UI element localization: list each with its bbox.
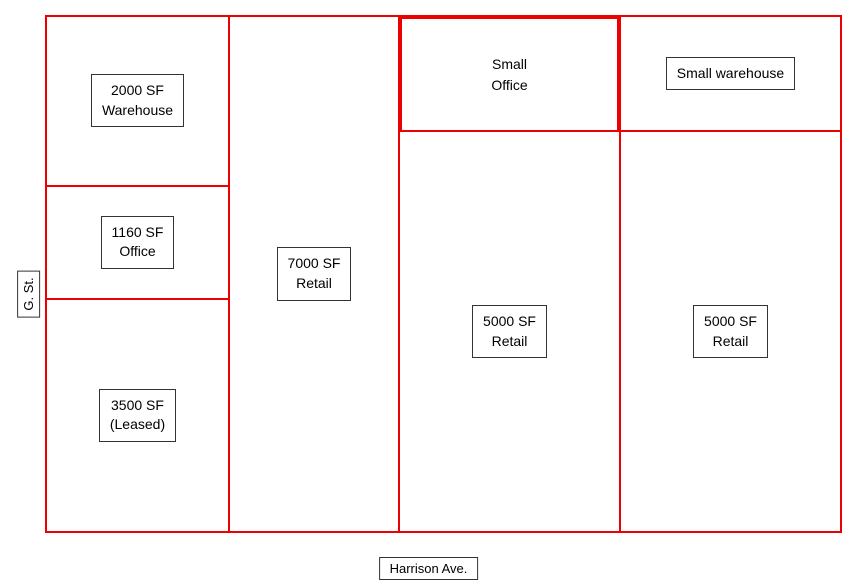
cell-small-warehouse: Small warehouse: [621, 17, 840, 132]
retail-5000-mid-line1: 5000 SF: [483, 312, 536, 332]
col-retail-7000: 7000 SF Retail: [230, 15, 400, 533]
street-label-harrison: Harrison Ave.: [379, 557, 479, 580]
small-office-line2: Office: [491, 75, 527, 96]
floor-plan: 2000 SF Warehouse 1160 SF Office 3500 SF…: [45, 15, 842, 533]
cell-warehouse-2000: 2000 SF Warehouse: [47, 17, 228, 187]
col-mid-right: Small Office 5000 SF Retail: [400, 15, 621, 533]
street-label-g: G. St.: [17, 270, 40, 317]
cell-small-office: Small Office: [400, 17, 619, 132]
label-retail-5000-right: 5000 SF Retail: [693, 305, 768, 358]
col-right-container: Small Office 5000 SF Retail Small wareho…: [400, 15, 842, 533]
label-small-office: Small Office: [491, 54, 527, 96]
leased-3500-line1: 3500 SF: [110, 396, 165, 416]
label-leased-3500: 3500 SF (Leased): [99, 389, 176, 442]
retail-7000-line2: Retail: [288, 274, 341, 294]
label-small-warehouse: Small warehouse: [666, 57, 795, 91]
label-office-1160: 1160 SF Office: [101, 216, 175, 269]
cell-retail-5000-right: 5000 SF Retail: [621, 132, 840, 531]
office-1160-line2: Office: [112, 242, 164, 262]
retail-5000-right-line2: Retail: [704, 332, 757, 352]
office-1160-line1: 1160 SF: [112, 223, 164, 243]
label-retail-5000-mid: 5000 SF Retail: [472, 305, 547, 358]
warehouse-2000-line2: Warehouse: [102, 101, 173, 121]
cell-retail-5000-mid: 5000 SF Retail: [400, 132, 619, 531]
retail-7000-line1: 7000 SF: [288, 254, 341, 274]
cell-office-1160: 1160 SF Office: [47, 187, 228, 300]
small-office-line1: Small: [491, 54, 527, 75]
cell-leased-3500: 3500 SF (Leased): [47, 300, 228, 531]
col-far-right: Small warehouse 5000 SF Retail: [621, 15, 842, 533]
leased-3500-line2: (Leased): [110, 415, 165, 435]
retail-5000-right-line1: 5000 SF: [704, 312, 757, 332]
retail-5000-mid-line2: Retail: [483, 332, 536, 352]
small-warehouse-text: Small warehouse: [677, 64, 784, 84]
label-warehouse-2000: 2000 SF Warehouse: [91, 74, 184, 127]
warehouse-2000-line1: 2000 SF: [102, 81, 173, 101]
col-left: 2000 SF Warehouse 1160 SF Office 3500 SF…: [45, 15, 230, 533]
label-retail-7000: 7000 SF Retail: [277, 247, 352, 300]
